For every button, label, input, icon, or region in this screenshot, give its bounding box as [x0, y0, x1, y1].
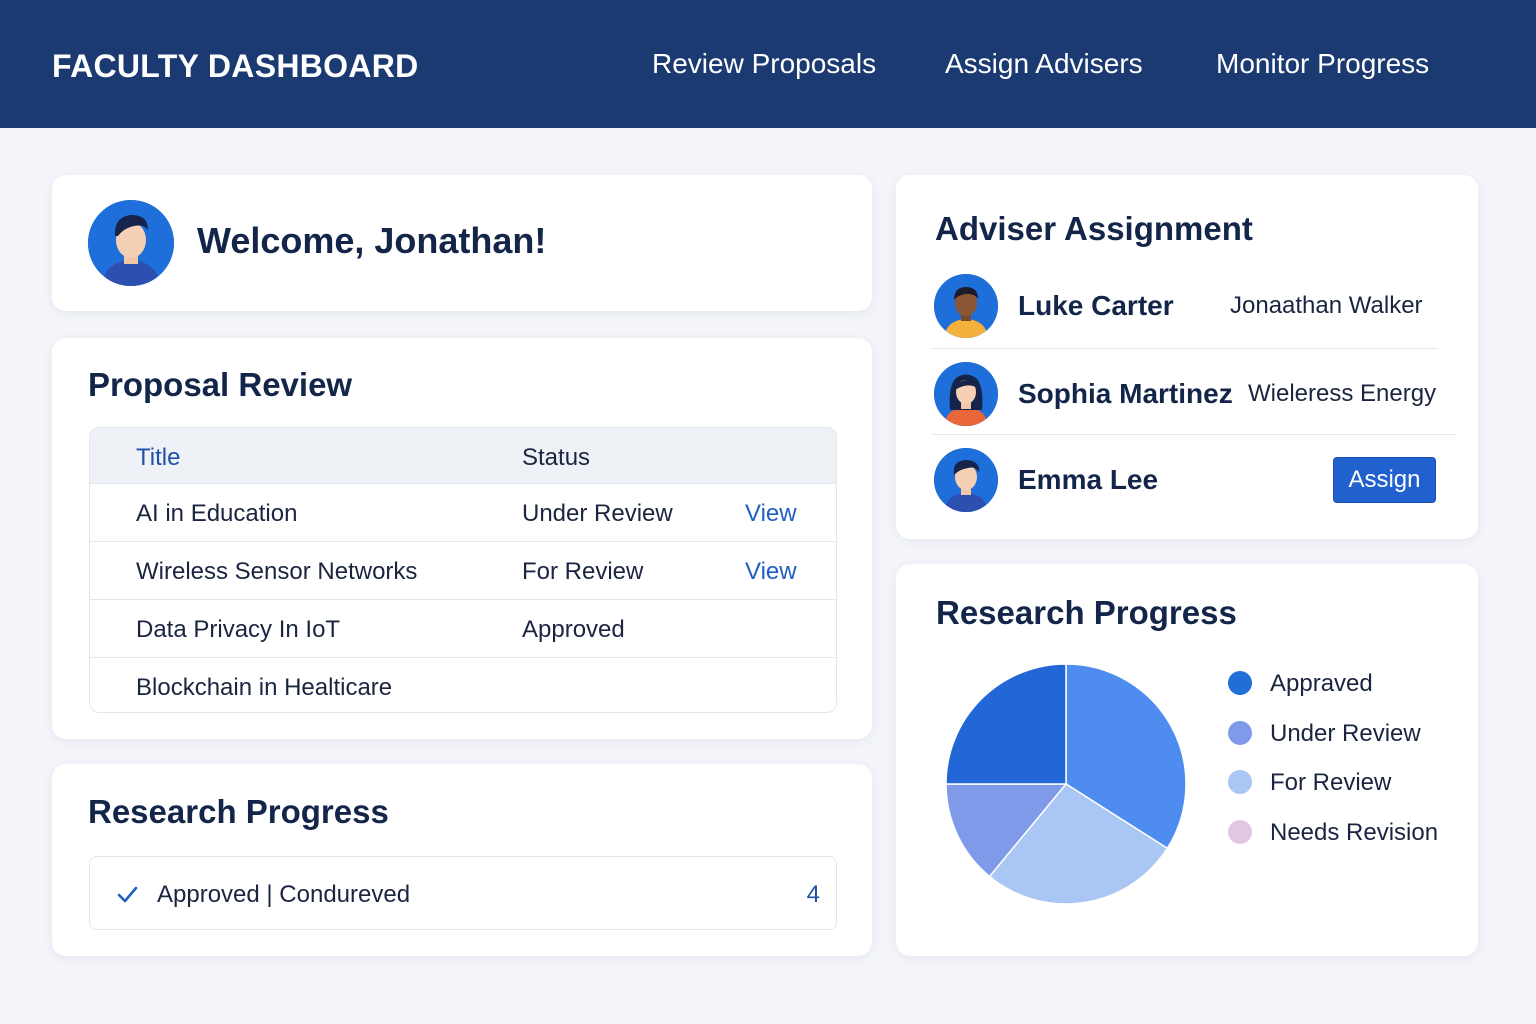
legend-dot-icon — [1228, 720, 1252, 745]
legend-label: Under Review — [1270, 719, 1421, 747]
adviser-name: Sophia Martinez — [1018, 378, 1233, 409]
research-progress-pie-chart — [945, 663, 1187, 905]
proposal-title: Data Privacy In IoT — [136, 616, 341, 643]
legend-dot-icon — [1228, 770, 1252, 794]
column-header-title: Title — [136, 444, 181, 471]
nav-assign-advisers[interactable]: Assign Advisers — [945, 48, 1143, 80]
adviser-avatar-icon — [934, 362, 998, 426]
view-link[interactable]: View — [745, 500, 797, 528]
adviser-avatar-icon — [934, 448, 998, 512]
top-nav-bar: FACULTY DASHBOARD Review Proposals Assig… — [0, 0, 1536, 128]
adviser-name: Emma Lee — [1018, 464, 1159, 495]
column-header-status: Status — [522, 444, 591, 471]
adviser-avatar-icon — [934, 274, 998, 338]
assign-button[interactable]: Assign — [1333, 457, 1436, 503]
adviser-assignment-card: Adviser Assignment Luke Carter Jonaathan… — [896, 175, 1478, 539]
user-avatar-icon — [88, 200, 174, 286]
research-progress-chart-card: Research Progress Appraved Under Review Fo… — [896, 564, 1478, 956]
legend-label: Needs Revision — [1270, 818, 1439, 846]
proposal-review-card: Proposal Review Title Status AI in Educa… — [52, 338, 872, 739]
table-header-row: Title Status — [90, 428, 836, 483]
checkmark-icon — [117, 886, 138, 903]
proposal-status: Approved — [522, 616, 625, 643]
research-progress-chart-title: Research Progress — [936, 594, 1237, 631]
proposal-status: Under Review — [522, 500, 673, 527]
adviser-row: Sophia Martinez Wieleress Energy — [934, 362, 1456, 448]
proposal-status: For Review — [522, 558, 644, 585]
view-link[interactable]: View — [745, 558, 797, 586]
nav-monitor-progress[interactable]: Monitor Progress — [1216, 48, 1429, 80]
proposal-title: AI in Education — [136, 500, 298, 527]
row-divider — [932, 434, 1456, 435]
adviser-topic: Jonaathan Walker — [1230, 292, 1423, 319]
nav-review-proposals[interactable]: Review Proposals — [652, 48, 876, 80]
app-title: FACULTY DASHBOARD — [52, 48, 419, 84]
progress-summary-text: Approved | Condureved — [157, 881, 411, 908]
welcome-message: Welcome, Jonathan! — [197, 220, 547, 261]
progress-summary-row[interactable]: Approved | Condureved 4 — [89, 856, 837, 930]
legend-label: For Review — [1270, 769, 1392, 796]
table-row: Wireless Sensor Networks For Review View — [90, 541, 836, 599]
welcome-card: Welcome, Jonathan! — [52, 175, 872, 311]
legend-dot-icon — [1228, 671, 1252, 695]
table-row: AI in Education Under Review View — [90, 483, 836, 541]
adviser-assignment-title: Adviser Assignment — [935, 210, 1253, 247]
proposal-table: Title Status AI in Education Under Revie… — [89, 427, 837, 713]
pie-slice-4 — [945, 663, 1067, 785]
research-progress-summary-card: Research Progress Approved | Condureved … — [52, 764, 872, 956]
adviser-topic: Wieleress Energy — [1248, 380, 1437, 407]
proposal-title: Blockchain in Healticare — [136, 674, 393, 701]
legend-dot-icon — [1228, 819, 1252, 844]
legend-label: Appraved — [1270, 670, 1373, 697]
row-divider — [932, 348, 1438, 349]
research-progress-title: Research Progress — [88, 793, 389, 830]
proposal-review-title: Proposal Review — [88, 366, 353, 403]
proposal-title: Wireless Sensor Networks — [136, 558, 418, 585]
progress-summary-count: 4 — [806, 881, 820, 908]
table-row: Blockchain in Healticare — [90, 657, 836, 712]
table-row: Data Privacy In IoT Approved — [90, 599, 836, 657]
adviser-name: Luke Carter — [1018, 290, 1174, 321]
